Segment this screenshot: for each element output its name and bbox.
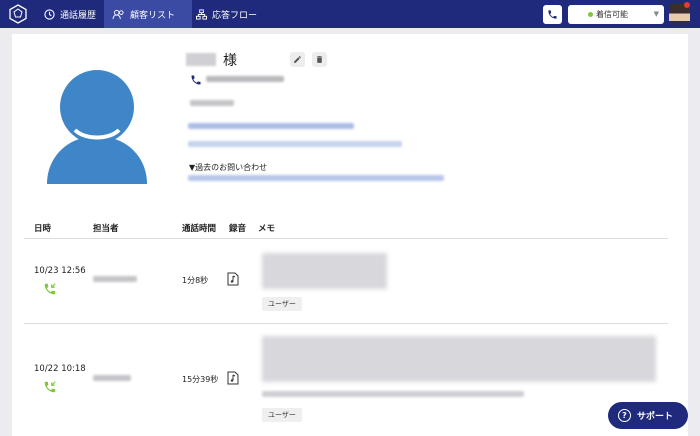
incoming-call-icon <box>44 283 56 295</box>
customer-detail-card: 様 ▼過去のお問い合わせ 日時 担当者 通話時間 録音 メモ 10/23 12:… <box>12 34 688 436</box>
customer-phone-redacted <box>206 76 284 82</box>
customer-type-redacted <box>190 100 234 106</box>
customer-name-redacted <box>186 53 216 66</box>
support-button[interactable]: ? サポート <box>608 402 688 429</box>
flow-icon <box>196 8 207 20</box>
call-datetime: 10/23 12:56 <box>34 266 86 276</box>
row-divider <box>24 323 668 324</box>
column-header-memo: メモ <box>258 224 276 234</box>
dialpad-button[interactable] <box>543 5 562 24</box>
customer-honorific: 様 <box>223 53 237 69</box>
past-inquiry-link-redacted[interactable] <box>188 175 444 181</box>
nav-customer-list[interactable]: 顧客リスト <box>104 0 192 28</box>
column-header-agent: 担当者 <box>93 224 119 234</box>
customer-email-redacted[interactable] <box>188 123 354 129</box>
phone-icon <box>191 75 201 85</box>
customer-url-redacted[interactable] <box>188 141 402 147</box>
nav-customer-list-label: 顧客リスト <box>130 10 176 21</box>
nav-call-history-label: 通話履歴 <box>60 10 97 21</box>
incoming-call-icon <box>44 381 56 393</box>
edit-customer-button[interactable] <box>290 52 305 67</box>
app-logo-icon[interactable] <box>8 4 28 24</box>
column-header-recording: 録音 <box>229 224 247 234</box>
memo-line-redacted <box>262 391 524 397</box>
clock-icon <box>44 8 55 20</box>
support-button-label: サポート <box>637 412 674 422</box>
customer-avatar-icon <box>47 70 147 184</box>
call-duration: 1分8秒 <box>182 276 209 285</box>
nav-response-flow[interactable]: 応答フロー <box>188 0 265 28</box>
pencil-icon <box>294 56 301 63</box>
help-icon: ? <box>618 409 631 422</box>
nav-call-history[interactable]: 通話履歴 <box>36 0 104 28</box>
phone-icon <box>548 10 557 19</box>
people-icon <box>112 9 124 19</box>
memo-tag: ユーザー <box>262 297 302 311</box>
column-header-duration: 通話時間 <box>182 224 217 234</box>
agent-name-redacted <box>93 375 131 381</box>
availability-status-select[interactable]: 着信可能 ▼ <box>568 5 664 24</box>
availability-status-label: 着信可能 <box>596 10 628 19</box>
chevron-down-icon: ▼ <box>653 10 659 18</box>
column-header-datetime: 日時 <box>34 224 52 234</box>
memo-redacted <box>262 336 656 382</box>
past-inquiries-toggle[interactable]: ▼過去のお問い合わせ <box>189 162 267 173</box>
agent-name-redacted <box>93 276 137 282</box>
notification-badge <box>684 2 690 8</box>
memo-redacted <box>262 253 387 289</box>
recording-file-icon[interactable] <box>227 272 239 286</box>
table-header-divider <box>24 238 668 239</box>
call-datetime: 10/22 10:18 <box>34 364 86 374</box>
trash-icon <box>316 56 323 63</box>
status-indicator-dot <box>588 12 593 17</box>
delete-customer-button[interactable] <box>312 52 327 67</box>
nav-response-flow-label: 応答フロー <box>212 10 258 21</box>
memo-tag: ユーザー <box>262 408 302 422</box>
top-navigation-bar: 通話履歴 顧客リスト 応答フロー 着信可能 ▼ <box>0 0 700 28</box>
recording-file-icon[interactable] <box>227 371 239 385</box>
call-duration: 15分39秒 <box>182 375 219 384</box>
